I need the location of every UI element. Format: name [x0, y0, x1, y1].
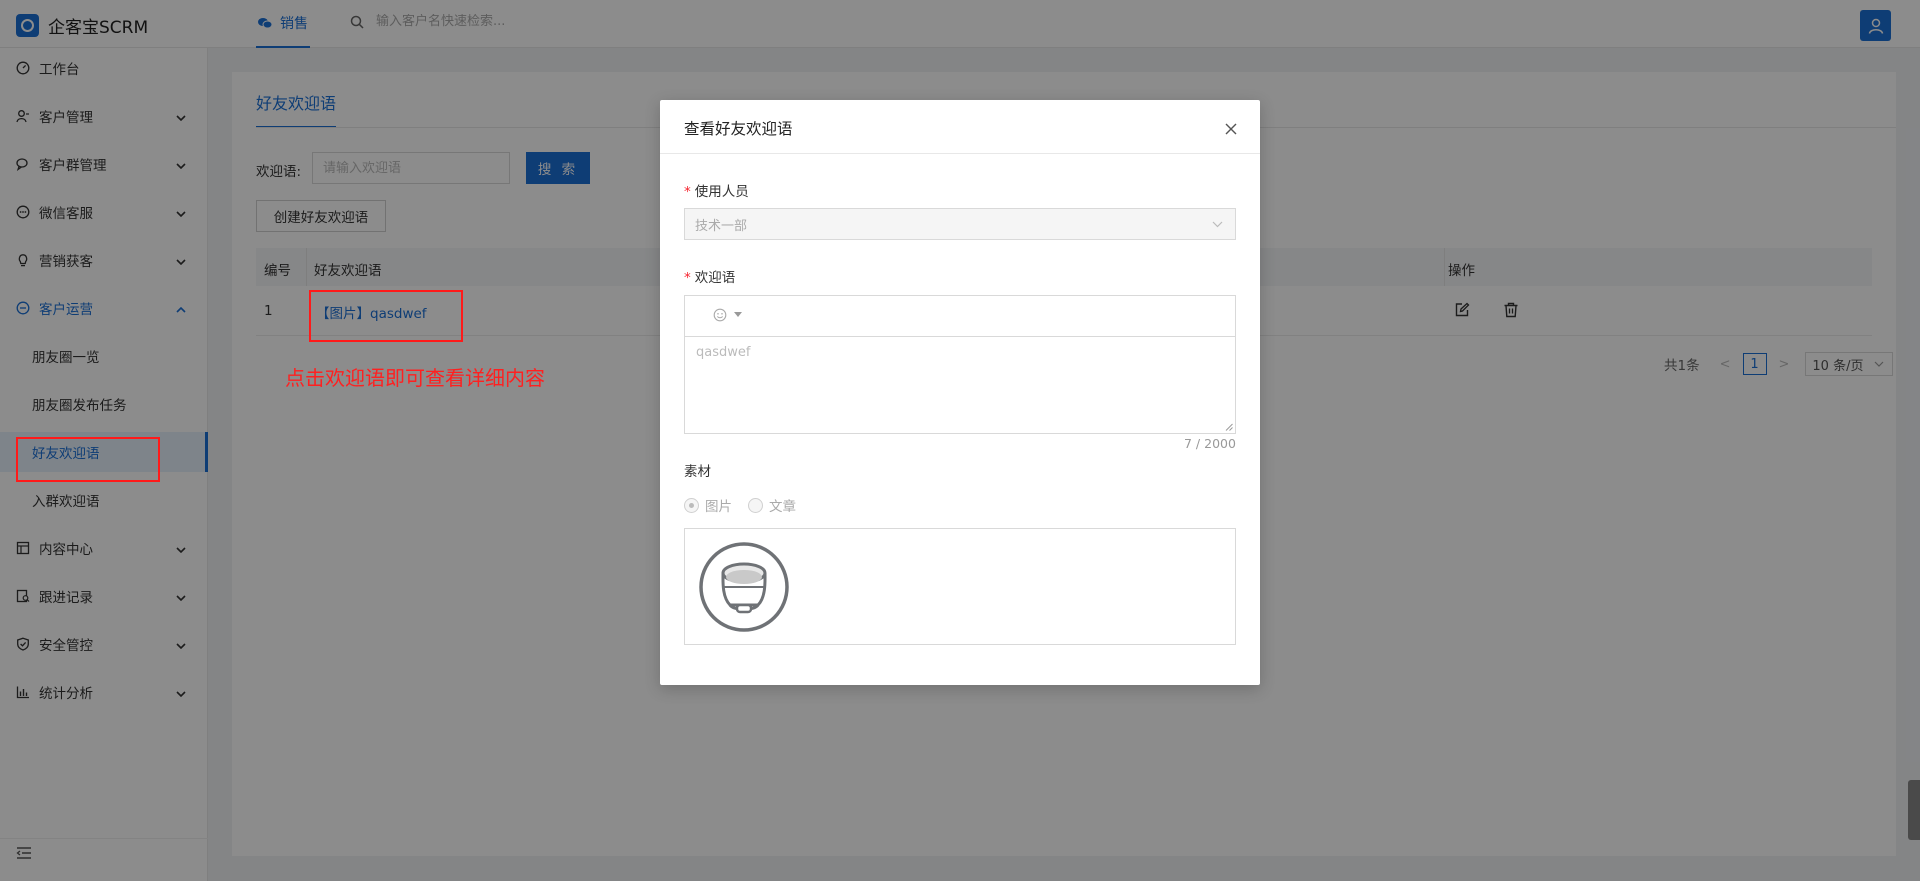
annotation-text: 点击欢迎语即可查看详细内容: [285, 366, 545, 390]
radio-article[interactable]: [748, 497, 763, 513]
emoji-button[interactable]: [713, 308, 742, 322]
user-field-label: * 使用人员: [684, 184, 749, 200]
welcome-field-label: * 欢迎语: [684, 270, 736, 286]
radio-article-label: 文章: [769, 499, 796, 515]
caret-down-icon: [734, 312, 742, 317]
radio-image[interactable]: [684, 497, 699, 513]
welcome-text: qasdwef: [696, 345, 751, 360]
dialog-divider: [660, 153, 1260, 154]
chevron-down-icon: [1212, 221, 1223, 228]
close-icon[interactable]: [1224, 122, 1238, 140]
char-counter: 7 / 2000: [1184, 436, 1236, 451]
view-welcome-dialog: 查看好友欢迎语 * 使用人员 技术一部 * 欢迎语 qasdwef 7 / 20…: [660, 100, 1260, 685]
user-select[interactable]: 技术一部: [684, 208, 1236, 240]
emoji-icon: [713, 308, 727, 322]
welcome-editor[interactable]: qasdwef: [684, 295, 1236, 434]
material-radio-group: 图片 文章: [684, 495, 812, 515]
editor-toolbar: [685, 296, 1235, 337]
dialog-title: 查看好友欢迎语: [684, 120, 793, 138]
annotation-highlight-link: [309, 290, 463, 342]
resize-grip-icon[interactable]: [1225, 423, 1233, 431]
material-preview: [684, 528, 1236, 645]
radio-image-label: 图片: [705, 499, 732, 515]
user-select-value: 技术一部: [695, 218, 748, 234]
material-label: 素材: [684, 464, 711, 480]
material-image-thumbnail[interactable]: [698, 541, 790, 633]
scroll-handle[interactable]: [1908, 780, 1920, 840]
annotation-highlight-menu: [16, 437, 160, 482]
